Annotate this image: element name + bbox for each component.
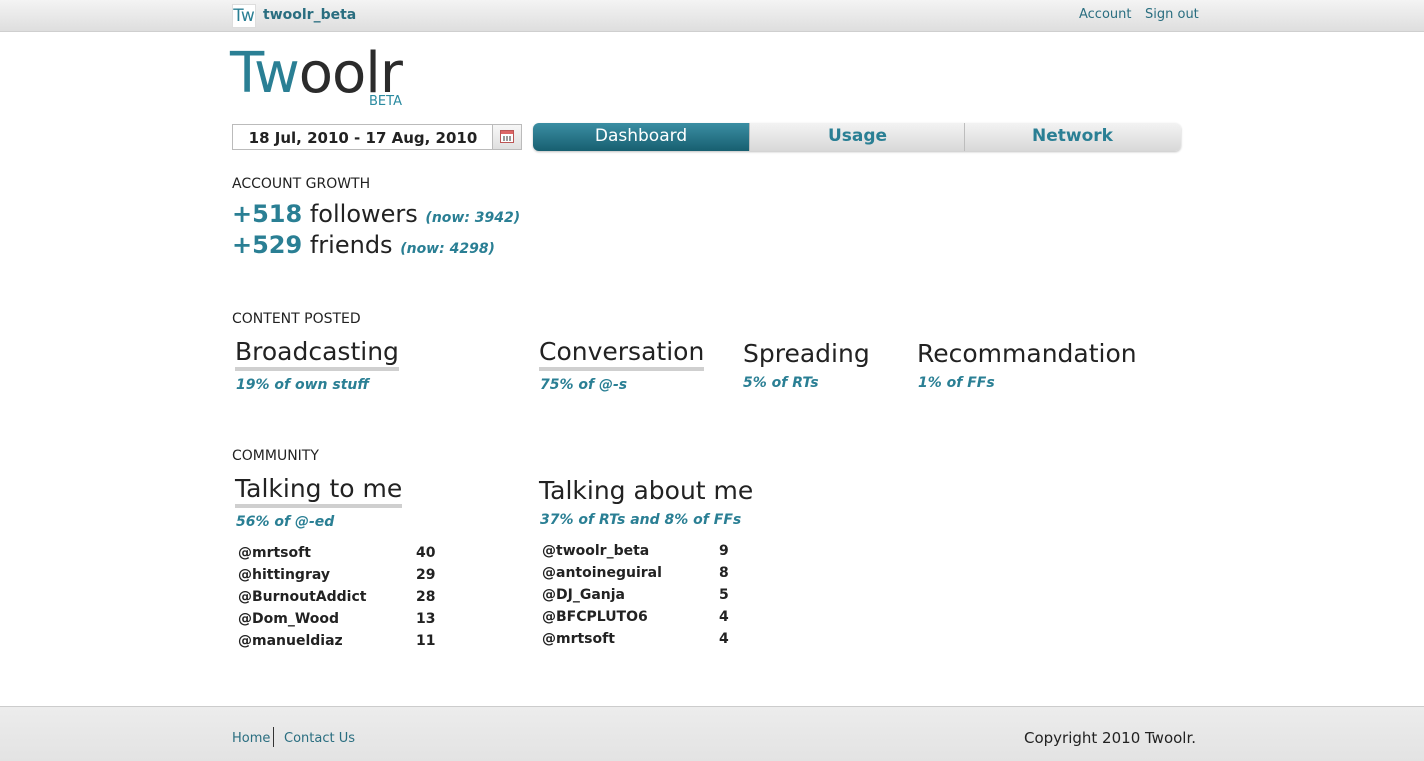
talking-about-me-list: @twoolr_beta 9 @antoineguiral 8 @DJ_Ganja 5… (542, 541, 742, 651)
list-item-count: 13 (416, 611, 436, 627)
footer-divider (273, 727, 274, 747)
list-item[interactable]: @Dom_Wood 13 (238, 609, 438, 631)
tab-network[interactable]: Network (964, 123, 1180, 151)
followers-label: followers (309, 200, 418, 228)
list-item[interactable]: @mrtsoft 40 (238, 543, 438, 565)
app-logo-icon[interactable]: Tw (232, 4, 256, 28)
list-item[interactable]: @DJ_Ganja 5 (542, 585, 742, 607)
list-item-user: @BFCPLUTO6 (542, 609, 648, 625)
list-item-count: 11 (416, 633, 436, 649)
list-item-user: @BurnoutAddict (238, 589, 367, 605)
footer-contact-link[interactable]: Contact Us (284, 731, 355, 746)
brand-logo-part1: Tw (230, 41, 300, 106)
list-item[interactable]: @antoineguiral 8 (542, 563, 742, 585)
list-item[interactable]: @twoolr_beta 9 (542, 541, 742, 563)
category-broadcasting-detail: 19% of own stuff (236, 377, 370, 393)
list-item-count: 9 (719, 543, 729, 559)
account-link[interactable]: Account (1079, 7, 1132, 22)
list-item-count: 5 (719, 587, 729, 603)
followers-delta: +518 (232, 200, 303, 228)
date-range-value: 18 Jul, 2010 - 17 Aug, 2010 (248, 129, 478, 147)
list-item-count: 29 (416, 567, 436, 583)
category-spreading[interactable]: Spreading (743, 339, 870, 368)
talking-about-me-heading[interactable]: Talking about me (539, 476, 753, 505)
talking-to-me-detail: 56% of @-ed (236, 514, 335, 530)
talking-to-me-list: @mrtsoft 40 @hittingray 29 @BurnoutAddict 2… (238, 543, 438, 653)
list-item-user: @manueldiaz (238, 633, 343, 649)
beta-badge: BETA (369, 94, 402, 109)
friends-growth: +529 friends (now: 4298) (232, 230, 495, 264)
username-link[interactable]: twoolr_beta (263, 7, 356, 23)
friends-now: (now: 4298) (400, 241, 495, 257)
list-item-count: 8 (719, 565, 729, 581)
calendar-button[interactable] (492, 125, 521, 149)
list-item-user: @Dom_Wood (238, 611, 340, 627)
calendar-icon (500, 130, 514, 143)
followers-growth: +518 followers (now: 3942) (232, 199, 520, 233)
top-bar: Tw twoolr_beta Account Sign out (0, 0, 1424, 32)
list-item-user: @mrtsoft (542, 631, 615, 647)
footer: Home Contact Us Copyright 2010 Twoolr. (0, 706, 1424, 761)
category-broadcasting[interactable]: Broadcasting (235, 337, 399, 371)
talking-to-me-heading[interactable]: Talking to me (235, 474, 403, 508)
community-title: COMMUNITY (232, 448, 319, 464)
date-range-field[interactable]: 18 Jul, 2010 - 17 Aug, 2010 (232, 124, 522, 150)
list-item-count: 4 (719, 631, 729, 647)
account-growth-title: ACCOUNT GROWTH (232, 176, 371, 192)
list-item-user: @hittingray (238, 567, 330, 583)
category-conversation-detail: 75% of @-s (540, 377, 628, 393)
list-item[interactable]: @manueldiaz 11 (238, 631, 438, 653)
talking-about-me-detail: 37% of RTs and 8% of FFs (540, 512, 742, 528)
category-spreading-detail: 5% of RTs (743, 375, 819, 391)
main-tabs: Dashboard Usage Network (533, 123, 1181, 151)
list-item-user: @antoineguiral (542, 565, 662, 581)
list-item-count: 4 (719, 609, 729, 625)
list-item[interactable]: @BFCPLUTO6 4 (542, 607, 742, 629)
friends-delta: +529 (232, 231, 303, 259)
followers-now: (now: 3942) (425, 210, 521, 226)
category-conversation[interactable]: Conversation (539, 337, 705, 371)
content-posted-title: CONTENT POSTED (232, 311, 361, 327)
friends-label: friends (309, 231, 393, 259)
copyright-text: Copyright 2010 Twoolr. (1024, 729, 1197, 747)
list-item-count: 28 (416, 589, 436, 605)
list-item[interactable]: @BurnoutAddict 28 (238, 587, 438, 609)
list-item-user: @DJ_Ganja (542, 587, 625, 603)
category-recommandation[interactable]: Recommandation (917, 339, 1137, 368)
tab-usage[interactable]: Usage (749, 123, 965, 151)
tab-dashboard[interactable]: Dashboard (533, 123, 749, 151)
list-item-user: @mrtsoft (238, 545, 311, 561)
signout-link[interactable]: Sign out (1145, 7, 1199, 22)
category-recommandation-detail: 1% of FFs (918, 375, 995, 391)
list-item-count: 40 (416, 545, 436, 561)
footer-home-link[interactable]: Home (232, 731, 270, 746)
list-item[interactable]: @mrtsoft 4 (542, 629, 742, 651)
list-item-user: @twoolr_beta (542, 543, 650, 559)
list-item[interactable]: @hittingray 29 (238, 565, 438, 587)
